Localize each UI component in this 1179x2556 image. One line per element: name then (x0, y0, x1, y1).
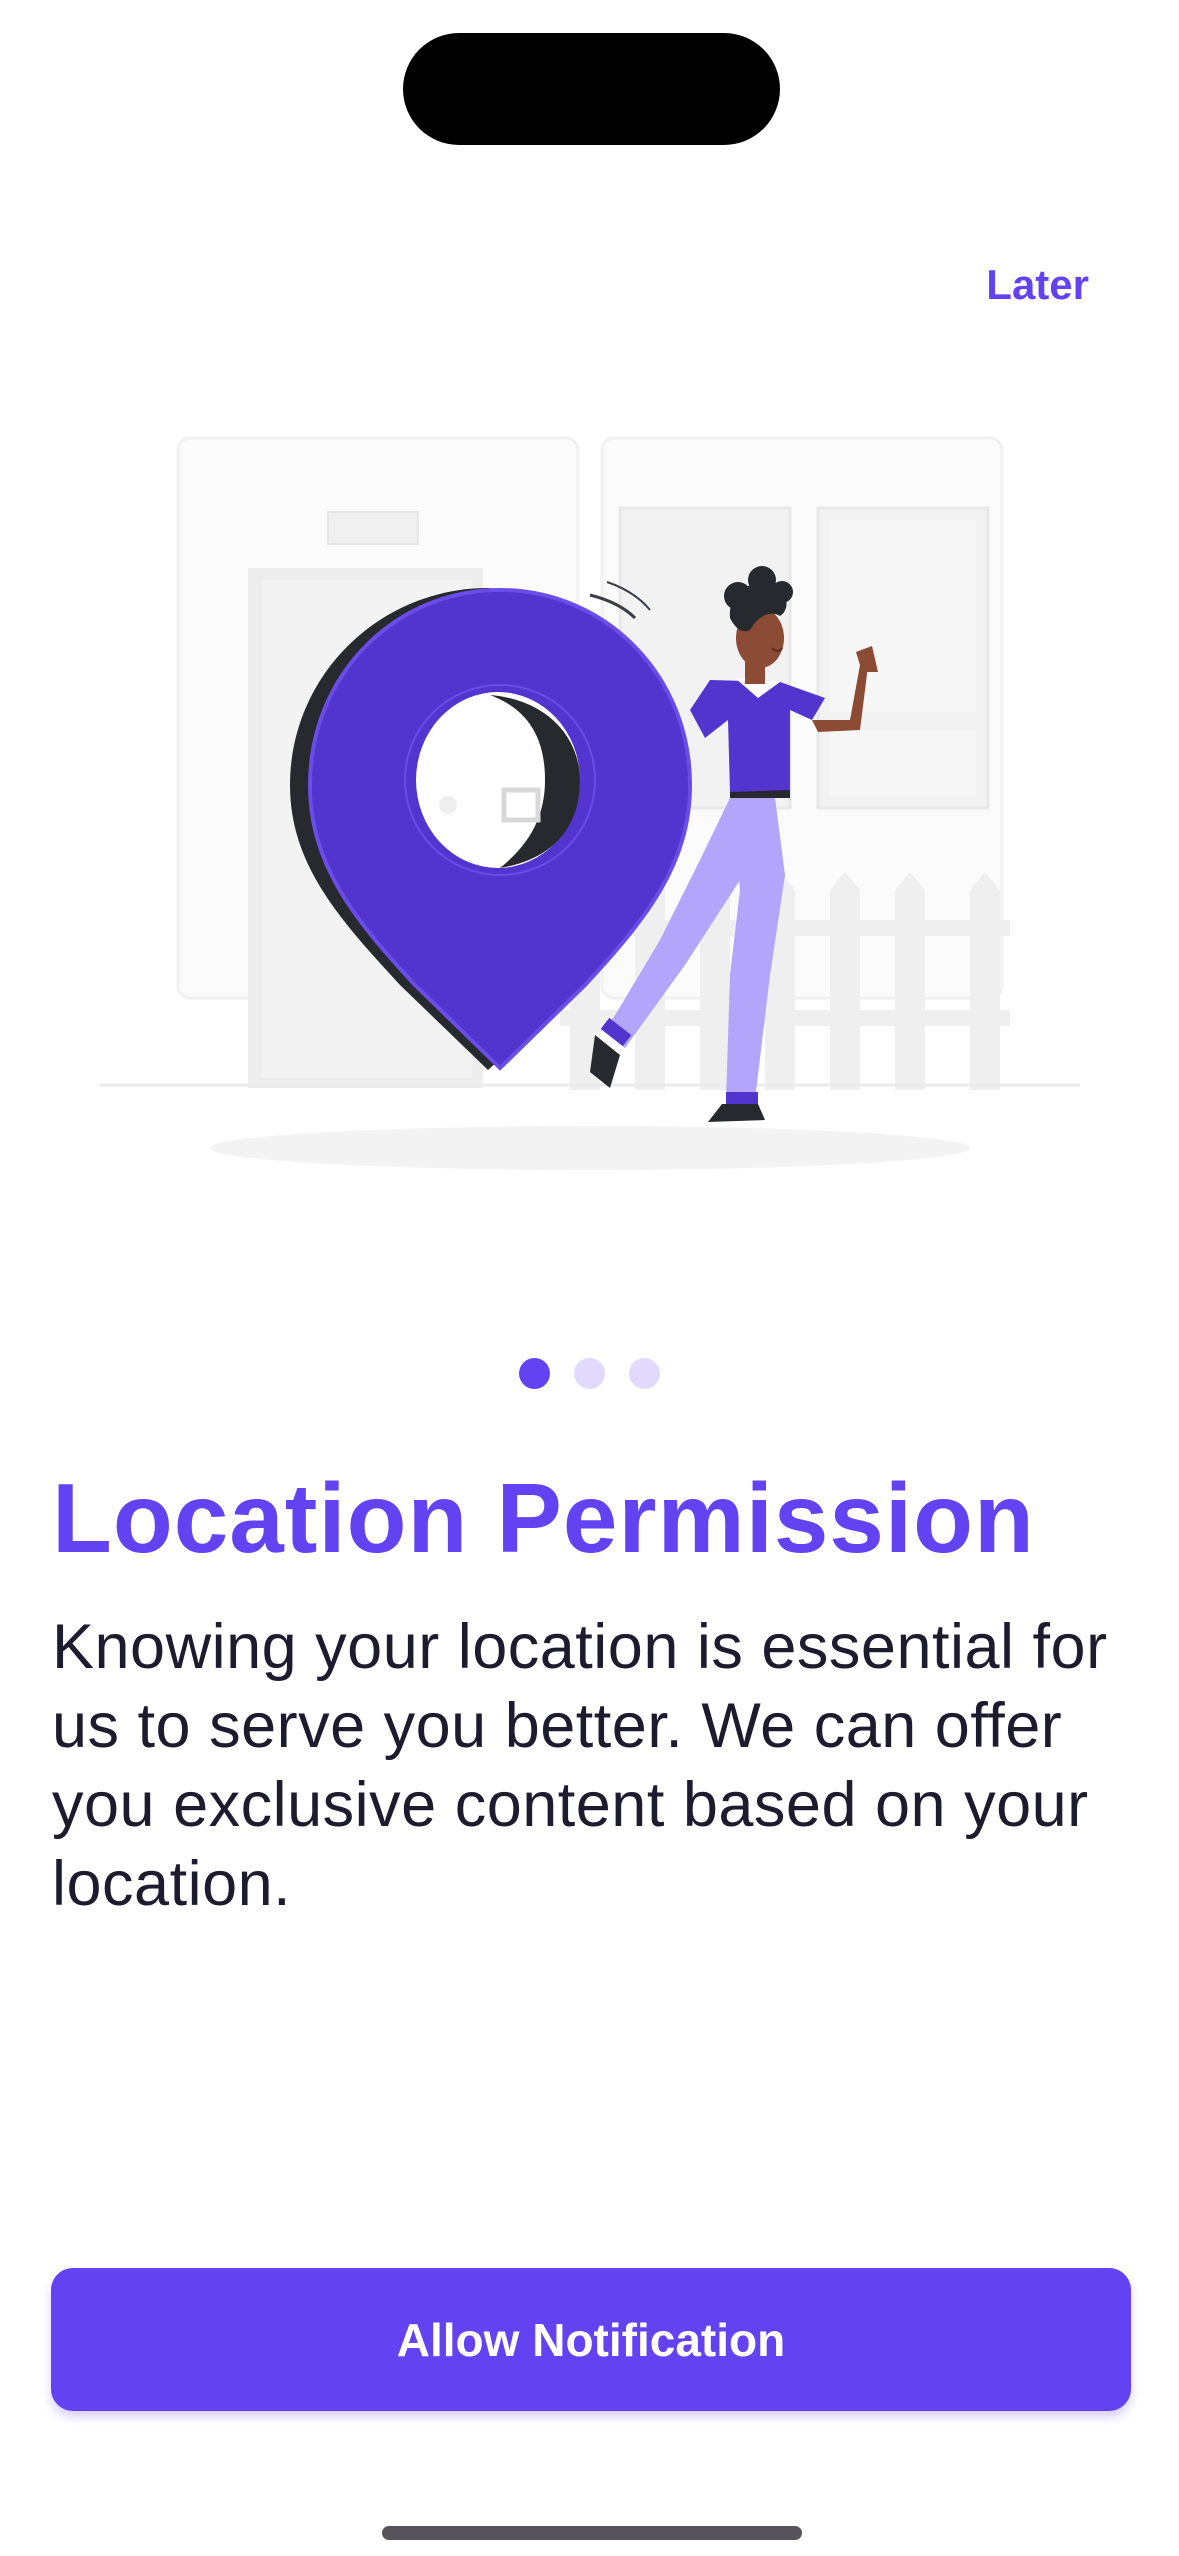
allow-notification-label: Allow Notification (396, 2313, 786, 2366)
dynamic-island (403, 33, 780, 145)
description-text: Knowing your location is essential for u… (52, 1612, 1108, 1919)
allow-notification-button[interactable]: Allow Notification (51, 2268, 1131, 2411)
page-indicator (0, 1358, 1179, 1390)
page-dot-active (519, 1358, 550, 1389)
later-button[interactable]: Later (986, 255, 1089, 315)
page-dot (574, 1358, 605, 1389)
page-dot (629, 1358, 660, 1389)
home-indicator (382, 2526, 802, 2540)
location-pin-illustration (100, 436, 1080, 1170)
page-title: Location Permission (52, 1463, 1035, 1573)
